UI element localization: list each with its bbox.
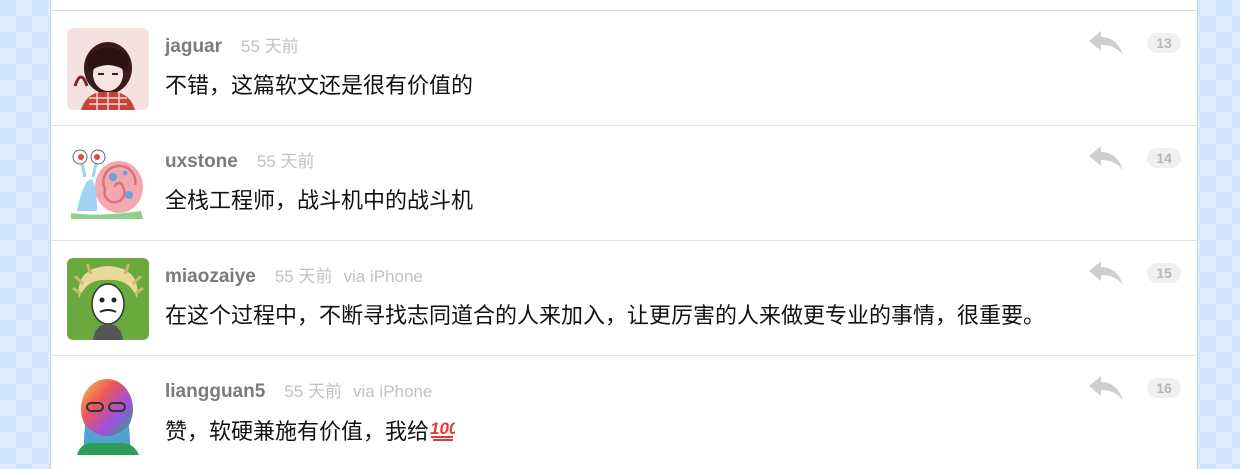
reply-arrow-icon[interactable] xyxy=(1087,144,1125,172)
reply-item-15: miaozaiye 55 天前 via iPhone 在这个过程中，不断寻找志同… xyxy=(51,241,1197,356)
reply-via: via iPhone xyxy=(352,382,433,401)
reply-content: 不错，这篇软文还是很有价值的 xyxy=(165,73,474,98)
reply-via: via iPhone xyxy=(343,267,423,286)
reply-panel: jaguar 55 天前 不错，这篇软文还是很有价值的 13 uxstone 5… xyxy=(50,0,1198,469)
reply-meta: miaozaiye 55 天前 via iPhone xyxy=(165,265,423,288)
reply-arrow-icon[interactable] xyxy=(1087,29,1125,57)
einstein-avatar-icon xyxy=(67,258,149,340)
reply-content: 全栈工程师，战斗机中的战斗机 xyxy=(165,188,474,213)
floor-number-badge: 13 xyxy=(1147,33,1181,53)
reply-meta: jaguar 55 天前 xyxy=(165,35,299,58)
reply-time: 55 天前 xyxy=(274,267,333,286)
reply-arrow-icon[interactable] xyxy=(1087,259,1125,287)
jobs-avatar-icon xyxy=(67,373,149,455)
reply-content: 在这个过程中，不断寻找志同道合的人来加入，让更厉害的人来做更专业的事情，很重要。 xyxy=(165,303,1046,328)
reply-item-14: uxstone 55 天前 全栈工程师，战斗机中的战斗机 14 xyxy=(51,126,1197,241)
floor-number-badge: 15 xyxy=(1147,263,1181,283)
floor-number-badge: 14 xyxy=(1147,148,1181,168)
reply-arrow-icon[interactable] xyxy=(1087,374,1125,402)
snail-avatar-icon xyxy=(67,143,149,225)
reply-item-13: jaguar 55 天前 不错，这篇软文还是很有价值的 13 xyxy=(51,11,1197,126)
hundred-points-emoji-icon: 100 xyxy=(430,419,455,441)
user-avatar[interactable] xyxy=(67,373,149,455)
reply-meta: uxstone 55 天前 xyxy=(165,150,315,173)
user-avatar[interactable] xyxy=(67,258,149,340)
panel-top-border xyxy=(51,0,1197,11)
reply-time: 55 天前 xyxy=(256,152,315,171)
user-avatar[interactable] xyxy=(67,28,149,110)
jaguar-avatar-icon xyxy=(67,28,149,110)
reply-item-16: liangguan5 55 天前 via iPhone 赞，软硬兼施有价值，我给… xyxy=(51,356,1197,469)
username-link[interactable]: uxstone xyxy=(165,151,238,172)
username-link[interactable]: jaguar xyxy=(165,36,222,57)
username-link[interactable]: liangguan5 xyxy=(165,381,265,402)
user-avatar[interactable] xyxy=(67,143,149,225)
reply-meta: liangguan5 55 天前 via iPhone xyxy=(165,380,432,403)
reply-content-text: 赞，软硬兼施有价值，我给 xyxy=(165,419,430,444)
floor-number-badge: 16 xyxy=(1147,378,1181,398)
username-link[interactable]: miaozaiye xyxy=(165,266,256,287)
reply-time: 55 天前 xyxy=(241,37,299,56)
reply-content: 赞，软硬兼施有价值，我给 100 xyxy=(165,416,455,447)
reply-time: 55 天前 xyxy=(284,382,342,401)
svg-text:100: 100 xyxy=(430,419,455,438)
